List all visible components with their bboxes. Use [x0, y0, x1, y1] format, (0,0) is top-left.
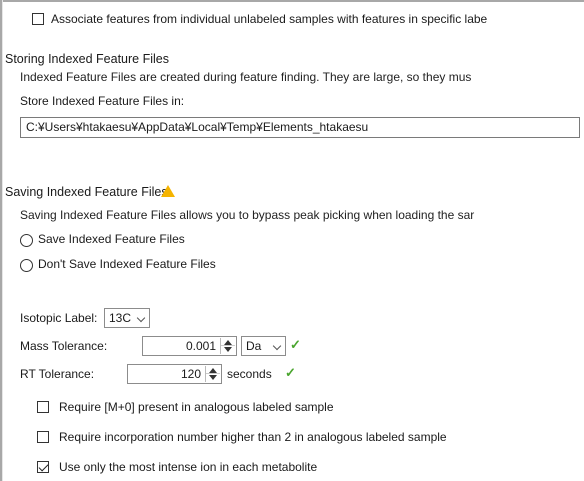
- rt-tolerance-stepper[interactable]: 120: [127, 364, 222, 384]
- save-indexed-radio[interactable]: [20, 234, 33, 247]
- rt-tolerance-value: 120: [180, 367, 201, 381]
- rt-tolerance-spin-buttons[interactable]: [205, 366, 220, 382]
- storing-description: Indexed Feature Files are created during…: [20, 70, 472, 84]
- require-incorporation-checkbox[interactable]: [37, 431, 49, 443]
- mass-valid-check-icon: ✓: [290, 337, 301, 352]
- mass-unit-dropdown[interactable]: Da: [241, 336, 286, 356]
- panel-top-border: [0, 0, 584, 2]
- saving-description: Saving Indexed Feature Files allows you …: [20, 208, 475, 222]
- mass-tolerance-value: 0.001: [185, 339, 216, 353]
- rt-unit-label: seconds: [227, 367, 272, 381]
- spin-down-icon[interactable]: [209, 375, 217, 380]
- isotopic-label: Isotopic Label:: [20, 311, 98, 325]
- chevron-down-icon: [136, 313, 146, 323]
- require-incorporation-label: Require incorporation number higher than…: [59, 430, 447, 444]
- mass-unit-value: Da: [246, 339, 262, 353]
- spin-down-icon[interactable]: [224, 347, 232, 352]
- associate-features-checkbox[interactable]: [32, 13, 44, 25]
- require-m0-checkbox[interactable]: [37, 401, 49, 413]
- store-location-label: Store Indexed Feature Files in:: [20, 94, 185, 108]
- most-intense-ion-label: Use only the most intense ion in each me…: [59, 460, 318, 474]
- store-path-input[interactable]: C:¥Users¥htakaesu¥AppData¥Local¥Temp¥Ele…: [20, 117, 580, 138]
- isotopic-label-value: 13C: [109, 311, 132, 325]
- saving-section-header: Saving Indexed Feature Files: [5, 185, 168, 199]
- mass-tolerance-spin-buttons[interactable]: [220, 338, 235, 354]
- most-intense-ion-checkbox[interactable]: [37, 461, 49, 473]
- save-indexed-label: Save Indexed Feature Files: [38, 232, 185, 246]
- dont-save-indexed-label: Don't Save Indexed Feature Files: [38, 257, 216, 271]
- isotopic-label-dropdown[interactable]: 13C: [104, 308, 150, 328]
- require-m0-label: Require [M+0] present in analogous label…: [59, 400, 334, 414]
- panel-left-inner-border: [2, 0, 3, 481]
- rt-valid-check-icon: ✓: [285, 365, 296, 380]
- dont-save-indexed-radio[interactable]: [20, 259, 33, 272]
- rt-tolerance-label: RT Tolerance:: [20, 367, 95, 381]
- warning-icon: [161, 185, 175, 197]
- associate-features-label: Associate features from individual unlab…: [51, 12, 488, 26]
- chevron-down-icon: [272, 341, 282, 351]
- storing-section-header: Storing Indexed Feature Files: [5, 52, 169, 66]
- mass-tolerance-label: Mass Tolerance:: [20, 339, 108, 353]
- mass-tolerance-stepper[interactable]: 0.001: [142, 336, 237, 356]
